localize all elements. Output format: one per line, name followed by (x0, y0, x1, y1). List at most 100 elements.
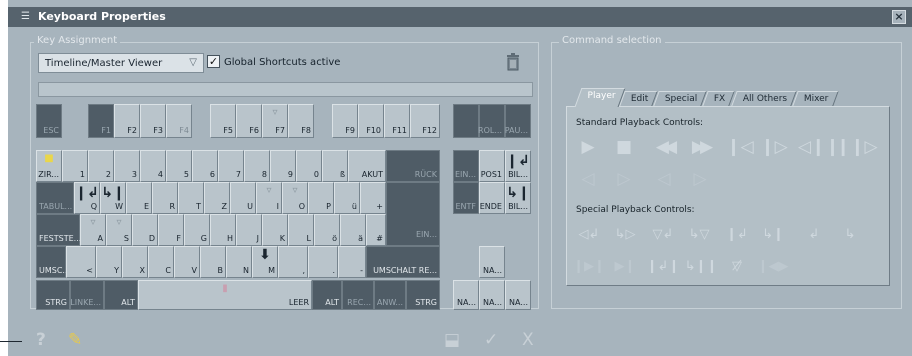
key-enter[interactable]: EIN... (386, 182, 440, 246)
trash-icon[interactable] (506, 53, 520, 71)
key-d[interactable]: D (132, 214, 158, 246)
key-numpad-a[interactable]: NA... (479, 246, 505, 278)
key-r[interactable]: R (152, 182, 178, 214)
key-9[interactable]: 9 (270, 150, 296, 182)
key-7[interactable]: 7 (218, 150, 244, 182)
key-f5[interactable]: F5 (210, 104, 236, 138)
key-f3[interactable]: F3 (140, 104, 166, 138)
key-u[interactable]: U (230, 182, 256, 214)
play-to-out-icon[interactable]: ▽↲ (648, 224, 678, 246)
next-frame-icon[interactable]: ❙▷ (760, 136, 788, 158)
key-menu[interactable]: ANW... (374, 280, 406, 310)
key-f[interactable]: F (158, 214, 184, 246)
key-j[interactable]: J (236, 214, 262, 246)
layout-icon[interactable]: ⬓ (444, 330, 460, 350)
key-4[interactable]: 4 (140, 150, 166, 182)
key-s[interactable]: ▿ S (106, 214, 132, 246)
key-hash[interactable]: # (366, 214, 386, 246)
cancel-x-icon[interactable]: X (522, 330, 534, 350)
key-g[interactable]: G (184, 214, 210, 246)
key-w[interactable]: ↳❙ W (100, 182, 126, 214)
key-5[interactable]: 5 (166, 150, 192, 182)
key-ue[interactable]: ü (334, 182, 360, 214)
window-menu-icon[interactable]: ☰ (21, 12, 31, 22)
help-icon[interactable]: ? (36, 330, 46, 350)
key-alt-left[interactable]: ALT (104, 280, 138, 310)
key-zirkumflex[interactable]: ■ ZIR... (36, 150, 62, 182)
key-period[interactable]: . (308, 246, 338, 278)
key-b[interactable]: B (200, 246, 226, 278)
key-e[interactable]: E (126, 182, 152, 214)
key-f12[interactable]: F12 (410, 104, 440, 138)
key-win-right[interactable]: REC... (342, 280, 374, 310)
tab-mixer[interactable]: Mixer (792, 91, 839, 106)
key-1[interactable]: 1 (62, 150, 88, 182)
key-0[interactable]: 0 (296, 150, 322, 182)
key-comma[interactable]: , (278, 246, 308, 278)
key-alt-right[interactable]: ALT (312, 280, 342, 310)
global-shortcuts-checkbox[interactable]: ✓ (207, 55, 220, 68)
play-from-mark-icon[interactable]: ↳❙ (758, 224, 788, 246)
key-delete[interactable]: ENTF (453, 182, 479, 214)
play-around-icon[interactable]: ❙◀▶ (756, 256, 790, 278)
key-ae[interactable]: ä (340, 214, 366, 246)
key-scroll-lock[interactable]: ROL... (478, 104, 505, 138)
close-button[interactable]: × (892, 10, 906, 24)
play-in-range-icon[interactable]: ❙↲❙ (646, 256, 680, 278)
stop-icon[interactable]: ■ (610, 136, 638, 158)
key-3[interactable]: 3 (114, 150, 140, 182)
key-f9[interactable]: F9 (332, 104, 358, 138)
key-page-up[interactable]: ❙↲ BIL... (505, 150, 531, 182)
key-eszett[interactable]: ß (322, 150, 348, 182)
key-f7[interactable]: ▿ F7 (262, 104, 288, 138)
ok-check-icon[interactable]: ✓ (484, 330, 498, 350)
key-caps-lock[interactable]: FESTSTE... (36, 214, 81, 246)
play-icon[interactable]: ▶ (574, 136, 602, 158)
tab-special[interactable]: Special (653, 91, 708, 106)
shuttle-forward-icon[interactable]: ▷ (686, 168, 714, 190)
tab-player[interactable]: Player (574, 88, 626, 107)
key-f2[interactable]: F2 (114, 104, 140, 138)
play-filtered-icon[interactable]: ▽̸ (722, 256, 752, 278)
key-tab[interactable]: TABUL... (36, 182, 74, 214)
key-f6[interactable]: F6 (236, 104, 262, 138)
key-q[interactable]: ❙↲ Q (74, 182, 100, 214)
key-oe[interactable]: ö (314, 214, 340, 246)
tab-fx[interactable]: FX (702, 91, 736, 106)
key-f11[interactable]: F11 (384, 104, 410, 138)
key-backspace[interactable]: RÜCK (386, 150, 440, 182)
rewind-icon[interactable]: ◀◀ (648, 136, 680, 158)
key-t[interactable]: T (178, 182, 204, 214)
key-f4[interactable]: F4 (166, 104, 192, 138)
key-y[interactable]: Y (96, 246, 122, 278)
key-f10[interactable]: F10 (358, 104, 384, 138)
key-i[interactable]: ▿ I (256, 182, 282, 214)
key-pos1[interactable]: POS1 (479, 150, 505, 182)
jog-back-icon[interactable]: ◁ (574, 168, 602, 190)
key-2[interactable]: 2 (88, 150, 114, 182)
key-l[interactable]: L (288, 214, 314, 246)
key-m[interactable]: ⬇ M (252, 246, 278, 278)
key-space[interactable]: ▮ LEER (138, 280, 312, 310)
key-f1[interactable]: F1 (88, 104, 114, 138)
tab-edit[interactable]: Edit (619, 91, 659, 106)
previous-frame-icon[interactable]: ❙◁ (726, 136, 754, 158)
key-k[interactable]: K (262, 214, 288, 246)
key-insert[interactable]: EIN... (453, 150, 479, 182)
play-from-out-icon[interactable]: ↳▽ (684, 224, 714, 246)
key-akut[interactable]: AKUT (348, 150, 386, 182)
key-ctrl-right[interactable]: STRG (406, 280, 440, 310)
key-minus[interactable]: - (338, 246, 366, 278)
key-c[interactable]: C (148, 246, 174, 278)
key-o[interactable]: ▿ O (282, 182, 308, 214)
key-6[interactable]: 6 (192, 150, 218, 182)
go-to-end-icon[interactable]: ❙❙▷ (836, 136, 878, 158)
key-less-than[interactable]: < (66, 246, 96, 278)
tab-all-others[interactable]: All Others (731, 91, 797, 106)
key-esc[interactable]: ESC (36, 104, 62, 138)
shuttle-back-icon[interactable]: ◁ (650, 168, 678, 190)
shortcut-description-field[interactable] (38, 82, 533, 97)
play-out-range-icon[interactable]: ↳❙❙ (684, 256, 718, 278)
play-to-mark-icon[interactable]: ❙↲ (722, 224, 752, 246)
key-p[interactable]: P (308, 182, 334, 214)
